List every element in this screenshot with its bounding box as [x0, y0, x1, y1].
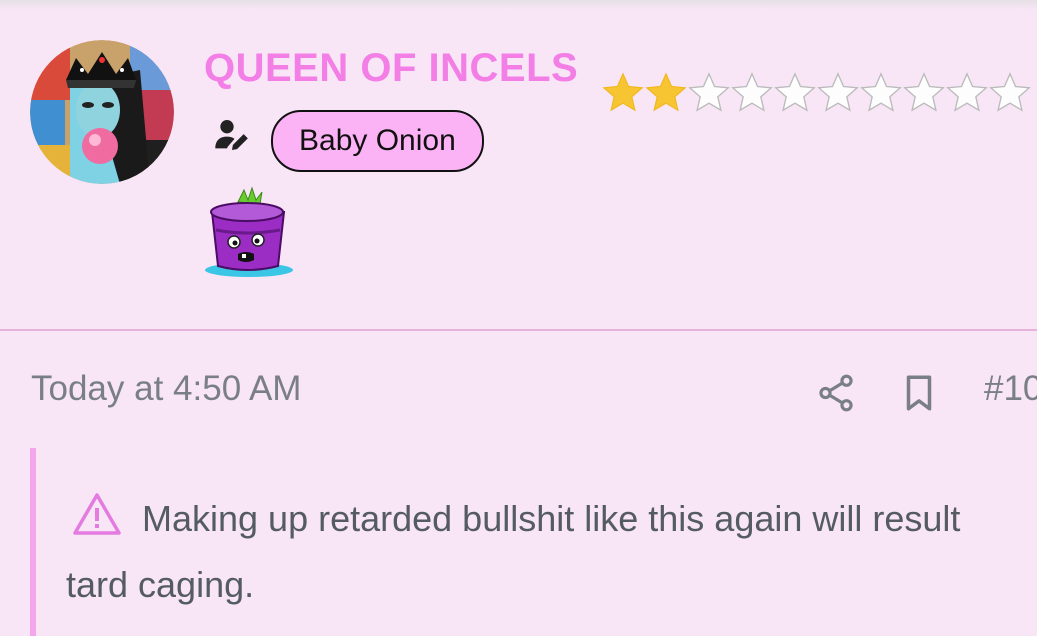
star-empty-icon — [688, 72, 730, 112]
star-empty-icon — [946, 72, 988, 112]
post-number[interactable]: #10 — [984, 369, 1037, 409]
rating-stars — [600, 70, 1037, 122]
share-icon[interactable] — [815, 372, 857, 414]
top-edge-shadow — [0, 0, 1037, 10]
purple-onion-emoji — [205, 186, 293, 277]
avatar[interactable] — [30, 40, 174, 184]
star-empty-icon — [817, 72, 859, 112]
user-badge: Baby Onion — [271, 110, 484, 172]
username[interactable]: QUEEN OF INCELS — [204, 46, 578, 91]
star-filled-icon — [602, 72, 644, 112]
star-empty-icon — [731, 72, 773, 112]
star-empty-icon — [903, 72, 945, 112]
divider — [0, 329, 1037, 331]
warning-block: Making up retarded bullshit like this ag… — [30, 448, 1037, 636]
star-empty-icon — [860, 72, 902, 112]
star-filled-icon — [645, 72, 687, 112]
star-empty-icon — [774, 72, 816, 112]
star-empty-icon — [989, 72, 1031, 112]
avatar-image — [30, 40, 174, 184]
warning-text: Making up retarded bullshit like this ag… — [66, 498, 961, 605]
user-edit-icon — [215, 120, 248, 150]
user-info-block: QUEEN OF INCELS Baby Onion — [0, 10, 1037, 330]
post-container: QUEEN OF INCELS Baby Onion Today at 4:50… — [0, 0, 1037, 636]
bookmark-icon[interactable] — [898, 372, 940, 414]
post-date[interactable]: Today at 4:50 AM — [31, 369, 301, 409]
